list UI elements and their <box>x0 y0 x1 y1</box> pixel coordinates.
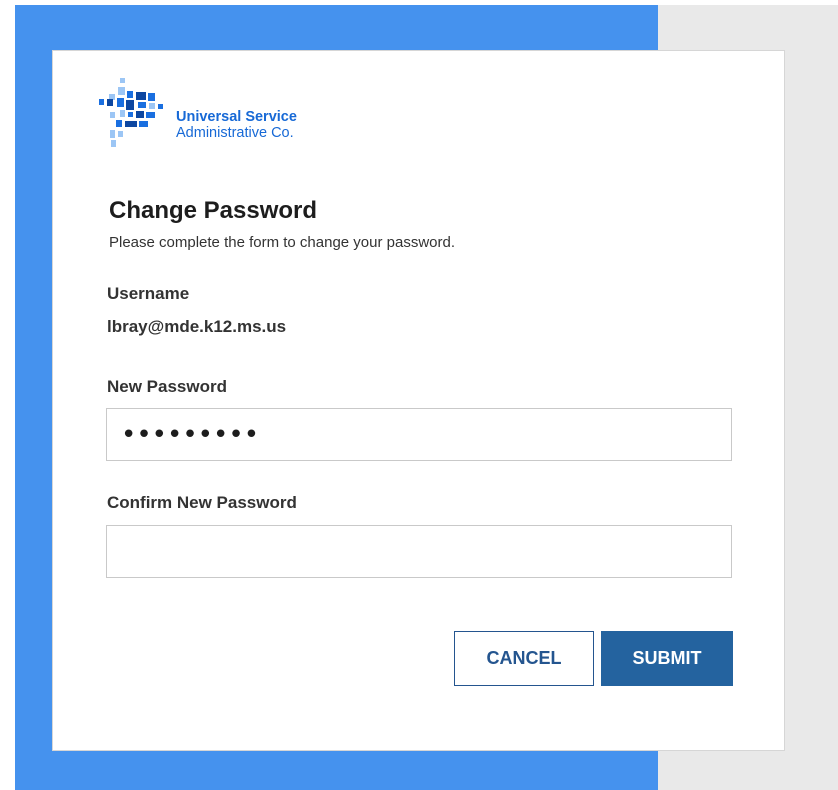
page-title: Change Password <box>109 197 318 224</box>
cancel-button[interactable]: CANCEL <box>454 631 594 686</box>
page-subtitle: Please complete the form to change your … <box>109 234 456 251</box>
logo-name-line1: Universal Service <box>176 109 297 125</box>
username-label: Username <box>107 284 190 303</box>
new-password-label: New Password <box>107 377 227 396</box>
usac-logo-icon <box>99 78 163 147</box>
page: Universal Service Administrative Co. Cha… <box>0 0 838 790</box>
new-password-input[interactable] <box>106 408 732 461</box>
confirm-password-input[interactable] <box>106 525 732 578</box>
logo-name-line2: Administrative Co. <box>176 125 294 141</box>
change-password-card: Universal Service Administrative Co. Cha… <box>52 50 785 751</box>
username-value: lbray@mde.k12.ms.us <box>107 317 287 336</box>
submit-button[interactable]: SUBMIT <box>601 631 733 686</box>
logo-text: Universal Service Administrative Co. <box>176 109 297 141</box>
confirm-password-label: Confirm New Password <box>107 493 297 512</box>
usac-logo: Universal Service Administrative Co. <box>98 78 378 168</box>
